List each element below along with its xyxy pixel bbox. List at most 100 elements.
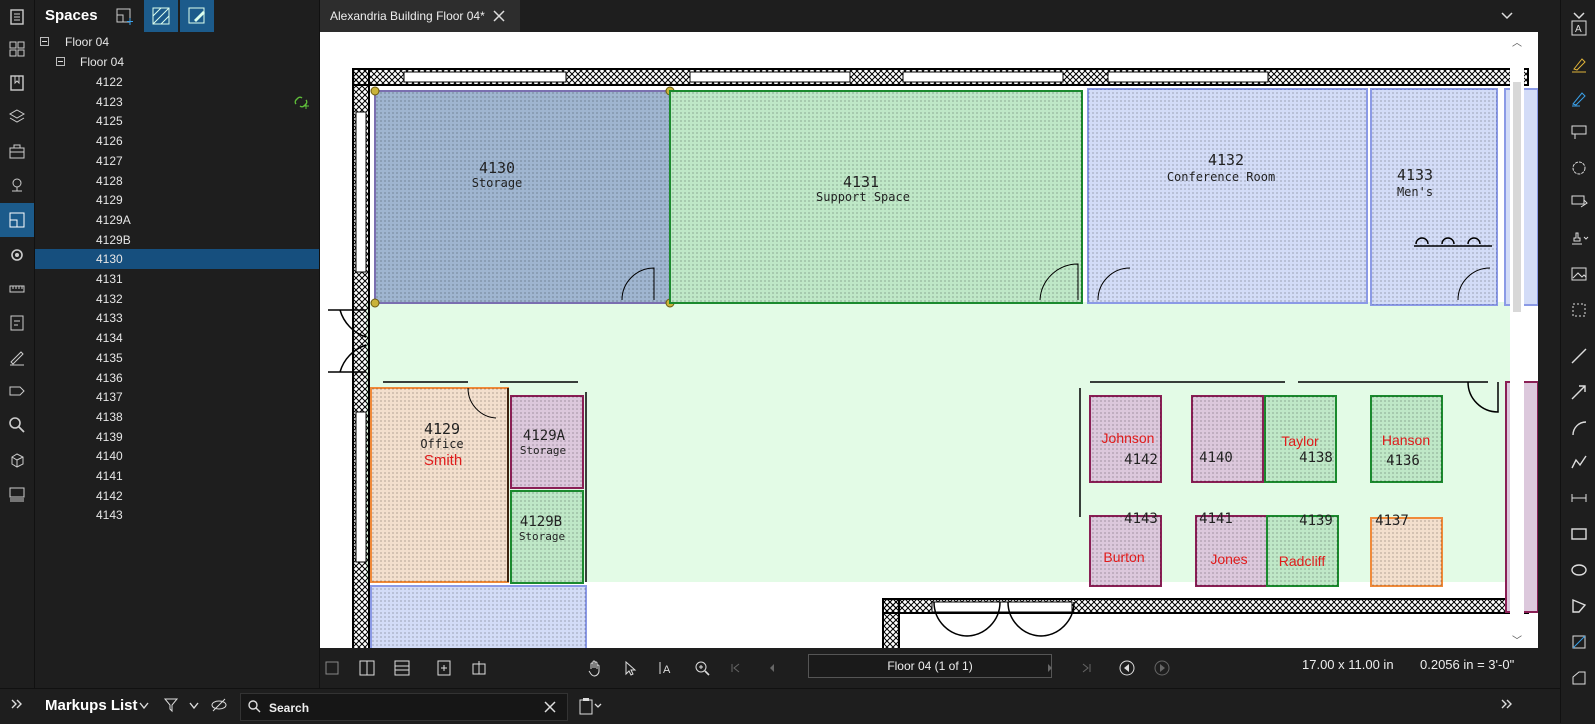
rectangle-tool-icon[interactable] bbox=[1567, 522, 1591, 546]
room-4129a[interactable]: 4129A Storage bbox=[510, 395, 584, 489]
markups-dropdown-chevron-icon[interactable] bbox=[138, 701, 150, 711]
places-icon[interactable] bbox=[0, 168, 34, 202]
filter-icon[interactable] bbox=[163, 697, 179, 713]
add-space-button[interactable] bbox=[108, 0, 142, 32]
cubicle-4140[interactable]: 4140 bbox=[1191, 395, 1264, 483]
close-tab-icon[interactable] bbox=[492, 9, 506, 23]
previous-view-icon[interactable] bbox=[1115, 656, 1139, 680]
vertical-scrollbar[interactable]: ︿ ﹀ bbox=[1510, 32, 1524, 648]
first-page-icon[interactable] bbox=[724, 656, 748, 680]
link-icon[interactable] bbox=[293, 94, 311, 110]
clipboard-icon[interactable] bbox=[578, 697, 604, 715]
cubicle-4138[interactable]: 4138Taylor bbox=[1264, 395, 1337, 483]
polyline-tool-icon[interactable] bbox=[1567, 450, 1591, 474]
split-horizontal-icon[interactable] bbox=[390, 656, 414, 680]
space-item[interactable]: 4138 bbox=[35, 407, 319, 427]
space-item[interactable]: 4136 bbox=[35, 368, 319, 388]
next-page-icon[interactable] bbox=[1038, 656, 1062, 680]
filter-chevron-icon[interactable] bbox=[188, 701, 200, 711]
space-item[interactable]: 4123 bbox=[35, 92, 319, 112]
text-select-icon[interactable]: A bbox=[653, 656, 677, 680]
3d-icon[interactable] bbox=[0, 443, 34, 477]
bookmarks-icon[interactable] bbox=[0, 66, 34, 100]
scroll-up-icon[interactable]: ︿ bbox=[1512, 34, 1522, 49]
measurements-icon[interactable] bbox=[0, 272, 34, 306]
space-item[interactable]: 4141 bbox=[35, 466, 319, 486]
space-item[interactable]: 4125 bbox=[35, 111, 319, 131]
thumbnails-icon[interactable] bbox=[0, 32, 34, 66]
next-view-icon[interactable] bbox=[1150, 656, 1174, 680]
space-item[interactable]: 4128 bbox=[35, 171, 319, 191]
stamp-icon[interactable] bbox=[1567, 226, 1591, 250]
toolchest-icon[interactable] bbox=[0, 134, 34, 168]
space-item[interactable]: 4132 bbox=[35, 289, 319, 309]
properties-icon[interactable] bbox=[0, 238, 34, 272]
ellipse-tool-icon[interactable] bbox=[1567, 558, 1591, 582]
search-icon[interactable] bbox=[0, 408, 34, 442]
space-item[interactable]: 4133 bbox=[35, 308, 319, 328]
expand-panel-icon[interactable] bbox=[10, 698, 24, 710]
cubicle-4141[interactable]: 4141 Jones bbox=[1195, 511, 1268, 587]
pan-tool-icon[interactable] bbox=[583, 656, 607, 680]
file-menu-icon[interactable] bbox=[0, 0, 34, 34]
select-tool-icon[interactable] bbox=[618, 656, 642, 680]
markups-search-input[interactable] bbox=[267, 698, 541, 718]
dimension-callout-icon[interactable] bbox=[1567, 190, 1591, 214]
markups-list-title[interactable]: Markups List bbox=[45, 697, 138, 714]
image-icon[interactable] bbox=[1567, 262, 1591, 286]
drawing-canvas[interactable]: 4130 Storage 4131 Support Space 4132 Con… bbox=[320, 32, 1538, 648]
room-4133[interactable]: 4133 Men's bbox=[1370, 88, 1498, 306]
sync-page-icon[interactable] bbox=[432, 656, 456, 680]
compare-icon[interactable] bbox=[467, 656, 491, 680]
space-item[interactable]: 4137 bbox=[35, 387, 319, 407]
space-item[interactable]: 4134 bbox=[35, 328, 319, 348]
room-4130[interactable]: 4130 Storage bbox=[370, 86, 675, 308]
room-4131[interactable]: 4131 Support Space bbox=[669, 90, 1083, 304]
dimension-tool-icon[interactable] bbox=[1567, 486, 1591, 510]
text-box-icon[interactable]: A bbox=[1567, 16, 1591, 40]
cubicle-4137[interactable]: 4137 bbox=[1370, 513, 1443, 587]
studio-icon[interactable] bbox=[0, 477, 34, 511]
tree-node-floor-child[interactable]: Floor 04 bbox=[35, 52, 319, 72]
single-page-icon[interactable] bbox=[320, 656, 344, 680]
tree-node-floor-root[interactable]: Floor 04 bbox=[35, 32, 319, 52]
collapse-icon[interactable] bbox=[56, 57, 65, 66]
arrow-tool-icon[interactable] bbox=[1567, 380, 1591, 404]
collapse-icon[interactable] bbox=[40, 37, 49, 46]
spaces-icon[interactable] bbox=[0, 203, 34, 237]
document-tab[interactable]: Alexandria Building Floor 04* bbox=[320, 0, 520, 32]
scrollbar-thumb[interactable] bbox=[1513, 82, 1521, 312]
zoom-icon[interactable] bbox=[690, 656, 714, 680]
page-indicator[interactable]: Floor 04 (1 of 1) bbox=[808, 654, 1052, 678]
previous-page-icon[interactable] bbox=[760, 656, 784, 680]
line-tool-icon[interactable] bbox=[1567, 344, 1591, 368]
cloud-icon[interactable] bbox=[1567, 156, 1591, 180]
space-item[interactable]: 4143 bbox=[35, 505, 319, 525]
hide-markups-icon[interactable] bbox=[210, 697, 228, 713]
tab-list-chevron-icon[interactable] bbox=[1500, 9, 1514, 21]
cubicle-4136[interactable]: 4136 Hanson bbox=[1370, 395, 1443, 483]
forms-icon[interactable] bbox=[0, 306, 34, 340]
room-4129[interactable]: 4129 Office Smith bbox=[370, 387, 509, 583]
space-item[interactable]: 4126 bbox=[35, 131, 319, 151]
cubicle-4139[interactable]: 4139 Radcliff bbox=[1266, 513, 1339, 587]
last-page-icon[interactable] bbox=[1074, 656, 1098, 680]
expand-right-icon[interactable] bbox=[1500, 698, 1514, 710]
space-item[interactable]: 4130 bbox=[35, 249, 319, 270]
polygon-tool-icon[interactable] bbox=[1567, 594, 1591, 618]
split-vertical-icon[interactable] bbox=[355, 656, 379, 680]
space-item[interactable]: 4127 bbox=[35, 151, 319, 171]
highlighter-icon[interactable] bbox=[1567, 52, 1591, 76]
clear-search-icon[interactable] bbox=[543, 700, 557, 714]
hatch-fill-button[interactable] bbox=[144, 0, 178, 32]
pen-icon[interactable] bbox=[1567, 86, 1591, 110]
sketch-to-scale-icon[interactable] bbox=[1567, 666, 1591, 690]
layers-icon[interactable] bbox=[0, 100, 34, 134]
cubicle-4143[interactable]: 4143 Burton bbox=[1089, 511, 1162, 587]
cubicle-4142[interactable]: 4142 Johnson bbox=[1089, 395, 1162, 483]
signatures-icon[interactable] bbox=[0, 340, 34, 374]
space-item[interactable]: 4129B bbox=[35, 230, 319, 250]
space-item[interactable]: 4131 bbox=[35, 269, 319, 289]
space-item[interactable]: 4140 bbox=[35, 446, 319, 466]
scroll-down-icon[interactable]: ﹀ bbox=[1512, 632, 1522, 647]
